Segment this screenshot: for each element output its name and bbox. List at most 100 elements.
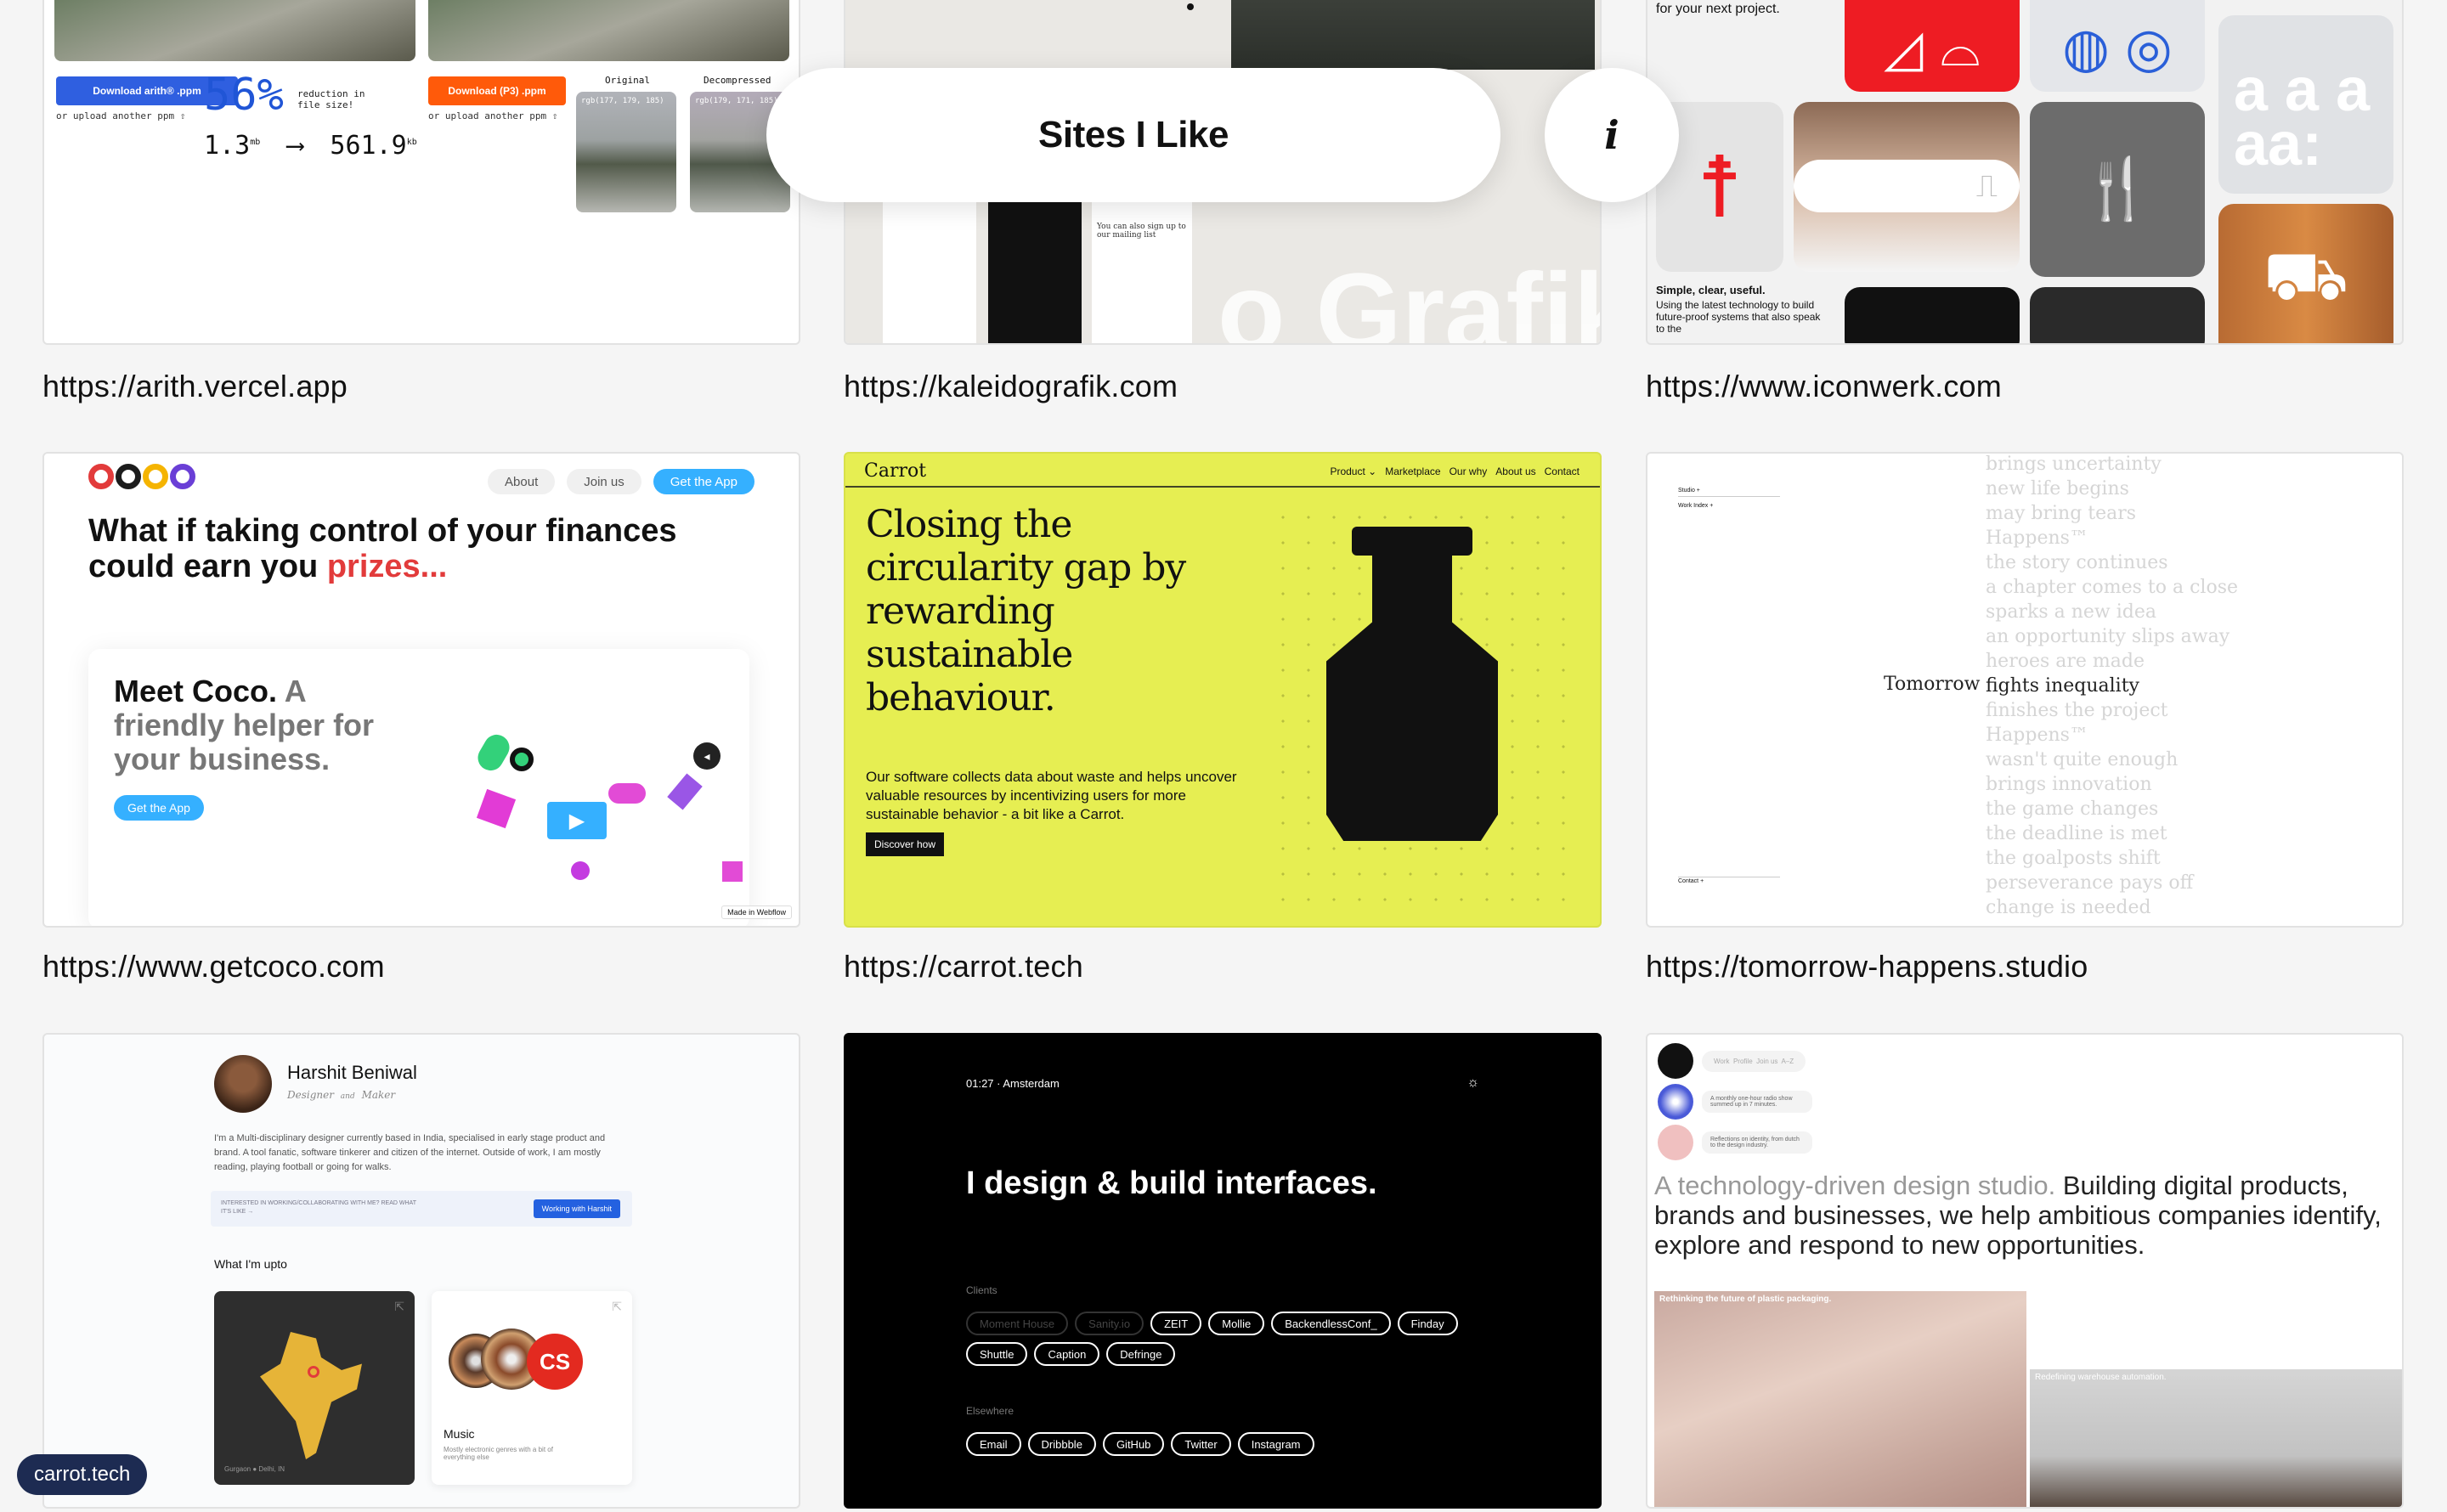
client-pill[interactable]: Moment House <box>966 1312 1069 1335</box>
arith-upload-left[interactable]: or upload another ppm ⇧ <box>56 110 185 121</box>
site-url-carrot[interactable]: https://carrot.tech <box>844 949 1083 984</box>
site-url-iconwerk[interactable]: https://www.iconwerk.com <box>1646 369 2002 404</box>
studio-image-1[interactable]: Rethinking the future of plastic packagi… <box>1654 1291 2026 1507</box>
tomorrow-word-3: Happens™ <box>1986 528 2088 549</box>
car-icon: ⛟ <box>2263 237 2349 313</box>
carrot-nav-marketplace[interactable]: Marketplace <box>1385 465 1440 477</box>
harshit-role-text: Designer <box>287 1089 334 1101</box>
dribbble-link[interactable]: Dribbble <box>1027 1432 1096 1456</box>
iconwerk-headline: Simple, clear, useful. <box>1656 284 1766 296</box>
carrot-logo: Carrot <box>864 460 927 482</box>
arith-photo-original <box>54 0 415 61</box>
site-url-arith[interactable]: https://arith.vercel.app <box>42 369 348 404</box>
site-card-getcoco[interactable]: About Join us Get the App What if taking… <box>42 452 800 928</box>
tomorrow-label: Tomorrow <box>1884 674 1981 695</box>
tomorrow-word-10: Happens™ <box>1986 725 2088 746</box>
harshit-map-card[interactable]: Gurgaon ● Delhi, IN ⇱ <box>214 1291 415 1485</box>
coco-webflow-badge[interactable]: Made in Webflow <box>721 906 792 919</box>
carrot-divider <box>845 486 1600 488</box>
harshit-callout[interactable]: INTERESTED IN WORKING/COLLABORATING WITH… <box>211 1191 632 1227</box>
coco-meet: Meet Coco. A friendly helper for your bu… <box>114 674 403 776</box>
carrot-nav-product[interactable]: Product ⌄ <box>1330 465 1376 477</box>
studio-logo <box>1658 1043 1693 1079</box>
client-pill[interactable]: ZEIT <box>1150 1312 1202 1335</box>
iconwerk-tagline: for your next project. <box>1656 2 1780 16</box>
client-pill[interactable]: Finday <box>1397 1312 1458 1335</box>
tomorrow-menu-studio[interactable]: Studio + <box>1678 488 1700 494</box>
arith-decompressed-label: Decompressed <box>704 75 771 86</box>
harshit-section-title: What I'm upto <box>214 1257 287 1271</box>
coco-logo <box>88 464 195 489</box>
coco-nav-about[interactable]: About <box>488 469 556 494</box>
portfolio-elsewhere: Email Dribbble GitHub Twitter Instagram <box>966 1432 1314 1456</box>
site-card-studio[interactable]: Work Profile Join us A–Z A monthly one-h… <box>1646 1033 2404 1509</box>
twitter-link[interactable]: Twitter <box>1171 1432 1231 1456</box>
arith-rgb1: rgb(177, 179, 185) <box>581 97 664 105</box>
arith-upload-right[interactable]: or upload another ppm ⇧ <box>428 110 557 121</box>
carrot-nav: Product ⌄ Marketplace Our why About us C… <box>1330 465 1580 477</box>
tomorrow-word-4: the story continues <box>1986 552 2168 573</box>
carrot-nav-contact[interactable]: Contact <box>1545 465 1580 477</box>
studio-item-2[interactable]: Reflections on identity, from dutch to t… <box>1658 1125 1812 1160</box>
site-url-kaleidografik[interactable]: https://kaleidografik.com <box>844 369 1178 404</box>
github-link[interactable]: GitHub <box>1102 1432 1165 1456</box>
client-pill[interactable]: Caption <box>1034 1342 1100 1366</box>
coco-panel-cta[interactable]: Get the App <box>114 795 204 821</box>
site-card-harshit[interactable]: Harshit Beniwal Designer and Maker I'm a… <box>42 1033 800 1509</box>
carrot-nav-why[interactable]: Our why <box>1450 465 1488 477</box>
person-icon: ☨ <box>1696 139 1743 235</box>
carrot-nav-about[interactable]: About us <box>1495 465 1535 477</box>
arith-size: 1.3mb ⟶ 561.9kb <box>204 131 417 161</box>
volume-icon[interactable]: ◂ <box>693 742 721 770</box>
client-pill[interactable]: Defringe <box>1106 1342 1176 1366</box>
external-link-icon[interactable]: ⇱ <box>394 1300 404 1314</box>
studio-item-1-avatar <box>1658 1084 1693 1120</box>
coco-nav-get-app[interactable]: Get the App <box>653 469 754 494</box>
harshit-role-maker: Maker <box>361 1089 396 1101</box>
site-url-getcoco[interactable]: https://www.getcoco.com <box>42 949 385 984</box>
coco-shape-purple <box>667 773 703 810</box>
coco-nav: About Join us Get the App <box>488 469 754 494</box>
site-url-tomorrow[interactable]: https://tomorrow-happens.studio <box>1646 949 2088 984</box>
vinyl-3: CS <box>527 1334 583 1390</box>
coco-shape-magenta <box>476 788 517 829</box>
external-link-icon[interactable]: ⇱ <box>612 1300 622 1314</box>
download-p3-button[interactable]: Download (P3) .ppm <box>428 76 566 105</box>
client-pill[interactable]: Sanity.io <box>1075 1312 1144 1335</box>
harshit-bio: I'm a Multi-disciplinary designer curren… <box>214 1133 606 1172</box>
site-card-arith[interactable]: Download arith® .ppm or upload another p… <box>42 0 800 345</box>
site-card-carrot[interactable]: Carrot Product ⌄ Marketplace Our why Abo… <box>844 452 1602 928</box>
harshit-map-caption: Gurgaon ● Delhi, IN <box>224 1465 285 1473</box>
instagram-link[interactable]: Instagram <box>1237 1432 1314 1456</box>
client-pill[interactable]: Shuttle <box>966 1342 1028 1366</box>
tomorrow-contact[interactable]: Contact + <box>1678 878 1704 884</box>
coco-play-button[interactable]: ▶ <box>547 802 607 839</box>
tomorrow-word-5: a chapter comes to a close <box>1986 577 2238 598</box>
email-link[interactable]: Email <box>966 1432 1021 1456</box>
info-button[interactable]: i <box>1545 68 1679 202</box>
portfolio-headline: I design & build interfaces. <box>966 1165 1377 1201</box>
studio-item-1[interactable]: A monthly one-hour radio show summed up … <box>1658 1084 1812 1120</box>
harshit-role: Designer and Maker <box>287 1089 395 1101</box>
harshit-music-desc: Mostly electronic genres with a bit of e… <box>444 1446 553 1461</box>
arith-rgb2: rgb(179, 171, 185) <box>695 97 778 105</box>
carrot-bottle <box>1326 527 1498 841</box>
studio-image-2[interactable]: Redefining warehouse automation. <box>2030 1369 2402 1507</box>
coco-nav-join[interactable]: Join us <box>567 469 641 494</box>
site-card-portfolio[interactable]: 01:27 · Amsterdam ☼ I design & build int… <box>844 1033 1602 1509</box>
globe-icon: ◍ <box>2062 17 2110 78</box>
site-card-iconwerk[interactable]: for your next project. ◿ ⌓ ◍ ◎ a a a aa: ☨… <box>1646 0 2404 345</box>
harshit-music-card[interactable]: CS Music Mostly electronic genres with a… <box>432 1291 632 1485</box>
iconwerk-dark-tile <box>1845 287 2020 343</box>
studio-nav[interactable]: Work Profile Join us A–Z <box>1702 1050 1806 1072</box>
client-pill[interactable]: Mollie <box>1208 1312 1265 1335</box>
tomorrow-word-8: heroes are made <box>1986 651 2145 672</box>
harshit-callout-button[interactable]: Working with Harshit <box>533 1199 620 1218</box>
fingerprint-icon: ◎ <box>2125 17 2173 78</box>
site-card-tomorrow[interactable]: Studio + Work Index + Contact + brings u… <box>1646 452 2404 928</box>
carrot-cta[interactable]: Discover how <box>866 832 945 856</box>
tomorrow-menu-work[interactable]: Work Index + <box>1678 503 1713 509</box>
client-pill[interactable]: BackendlessConf_ <box>1271 1312 1391 1335</box>
portfolio-time-value: 01:27 <box>966 1077 994 1090</box>
sun-icon[interactable]: ☼ <box>1467 1075 1479 1091</box>
